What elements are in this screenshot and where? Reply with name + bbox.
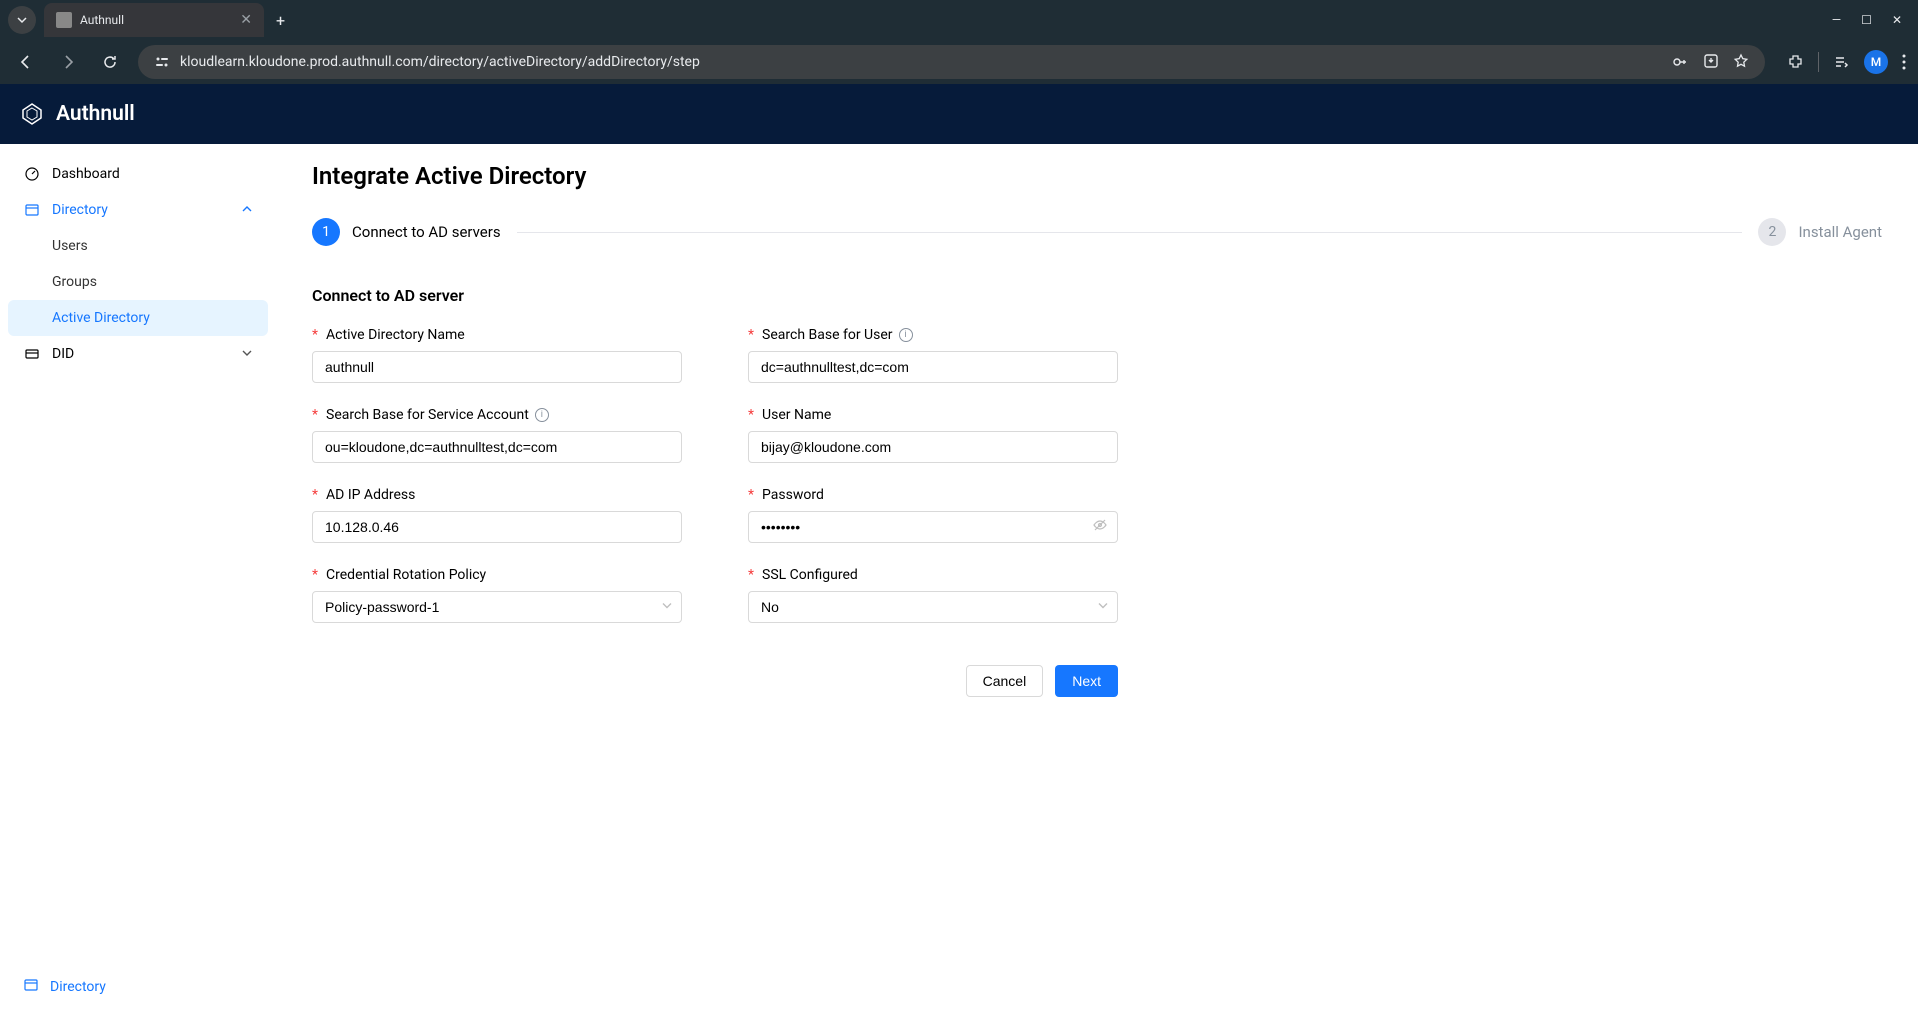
input-password[interactable]	[748, 511, 1118, 543]
site-settings-icon[interactable]	[154, 54, 170, 70]
label-ssl: *SSL Configured	[748, 567, 1118, 583]
sidebar-subitem-users[interactable]: Users	[0, 228, 276, 264]
label-password: *Password	[748, 487, 1118, 503]
input-ad-name[interactable]	[312, 351, 682, 383]
dashboard-icon	[24, 166, 40, 182]
close-tab-button[interactable]: ✕	[240, 12, 252, 28]
menu-dots-icon[interactable]	[1902, 54, 1906, 70]
arrow-right-icon	[60, 54, 76, 70]
back-button[interactable]	[12, 48, 40, 76]
page-title: Integrate Active Directory	[312, 162, 1882, 190]
label-search-base-user: *Search Base for User i	[748, 327, 1118, 343]
directory-icon	[24, 202, 40, 218]
minimize-button[interactable]: —	[1832, 13, 1841, 27]
favicon	[56, 12, 72, 28]
browser-tab[interactable]: Authnull ✕	[44, 3, 264, 37]
select-ssl[interactable]	[748, 591, 1118, 623]
tab-search-button[interactable]	[8, 6, 36, 34]
sidebar-subitem-groups[interactable]: Groups	[0, 264, 276, 300]
next-button[interactable]: Next	[1055, 665, 1118, 697]
label-ad-name: *Active Directory Name	[312, 327, 682, 343]
eye-off-icon	[1092, 517, 1108, 533]
arrow-left-icon	[18, 54, 34, 70]
label-search-base-sa: *Search Base for Service Account i	[312, 407, 682, 423]
sidebar-item-label: Directory	[52, 202, 108, 218]
sidebar-item-label: Dashboard	[52, 166, 120, 182]
separator	[1818, 52, 1819, 72]
info-icon[interactable]: i	[899, 328, 913, 342]
profile-avatar[interactable]: M	[1864, 50, 1888, 74]
sidebar-footer-directory[interactable]: Directory	[24, 978, 252, 996]
select-rotation-policy[interactable]	[312, 591, 682, 623]
chevron-up-icon	[242, 203, 252, 217]
sidebar-item-dashboard[interactable]: Dashboard	[0, 156, 276, 192]
info-icon[interactable]: i	[535, 408, 549, 422]
tab-title: Authnull	[80, 13, 232, 27]
app-header: Authnull	[0, 84, 1918, 144]
toggle-password-visibility[interactable]	[1092, 517, 1108, 537]
input-user-name[interactable]	[748, 431, 1118, 463]
bookmark-star-icon[interactable]	[1733, 53, 1749, 69]
sidebar: Dashboard Directory Users Groups Active …	[0, 144, 276, 1012]
extensions-icon[interactable]	[1787, 54, 1804, 71]
step-1[interactable]: 1 Connect to AD servers	[312, 218, 501, 246]
steps: 1 Connect to AD servers 2 Install Agent	[312, 218, 1882, 246]
label-ad-ip: *AD IP Address	[312, 487, 682, 503]
chevron-down-icon	[17, 15, 27, 25]
app-logo-icon	[20, 102, 44, 126]
directory-icon	[24, 978, 38, 996]
sidebar-item-label: DID	[52, 346, 74, 362]
step-label: Install Agent	[1798, 223, 1882, 241]
input-search-base-user[interactable]	[748, 351, 1118, 383]
input-ad-ip[interactable]	[312, 511, 682, 543]
close-window-button[interactable]: ✕	[1892, 13, 1902, 27]
cancel-button[interactable]: Cancel	[966, 665, 1044, 697]
install-pwa-icon[interactable]	[1703, 53, 1719, 69]
step-number: 1	[312, 218, 340, 246]
input-search-base-sa[interactable]	[312, 431, 682, 463]
sidebar-item-directory[interactable]: Directory	[0, 192, 276, 228]
step-connector	[517, 232, 1743, 233]
forward-button[interactable]	[54, 48, 82, 76]
maximize-button[interactable]: ☐	[1861, 13, 1872, 27]
step-number: 2	[1758, 218, 1786, 246]
sidebar-subitem-active-directory[interactable]: Active Directory	[8, 300, 268, 336]
reading-list-icon[interactable]	[1833, 54, 1850, 71]
step-label: Connect to AD servers	[352, 223, 501, 241]
card-icon	[24, 346, 40, 362]
url-text: kloudlearn.kloudone.prod.authnull.com/di…	[180, 54, 1661, 70]
address-bar[interactable]: kloudlearn.kloudone.prod.authnull.com/di…	[138, 45, 1765, 79]
new-tab-button[interactable]: +	[276, 11, 285, 30]
reload-button[interactable]	[96, 48, 124, 76]
password-key-icon[interactable]	[1671, 53, 1689, 71]
chevron-down-icon	[242, 347, 252, 361]
label-user-name: *User Name	[748, 407, 1118, 423]
app-name: Authnull	[56, 102, 135, 126]
reload-icon	[102, 54, 118, 70]
label-rotation-policy: *Credential Rotation Policy	[312, 567, 682, 583]
sidebar-item-did[interactable]: DID	[0, 336, 276, 372]
section-title: Connect to AD server	[312, 286, 1882, 305]
step-2[interactable]: 2 Install Agent	[1758, 218, 1882, 246]
